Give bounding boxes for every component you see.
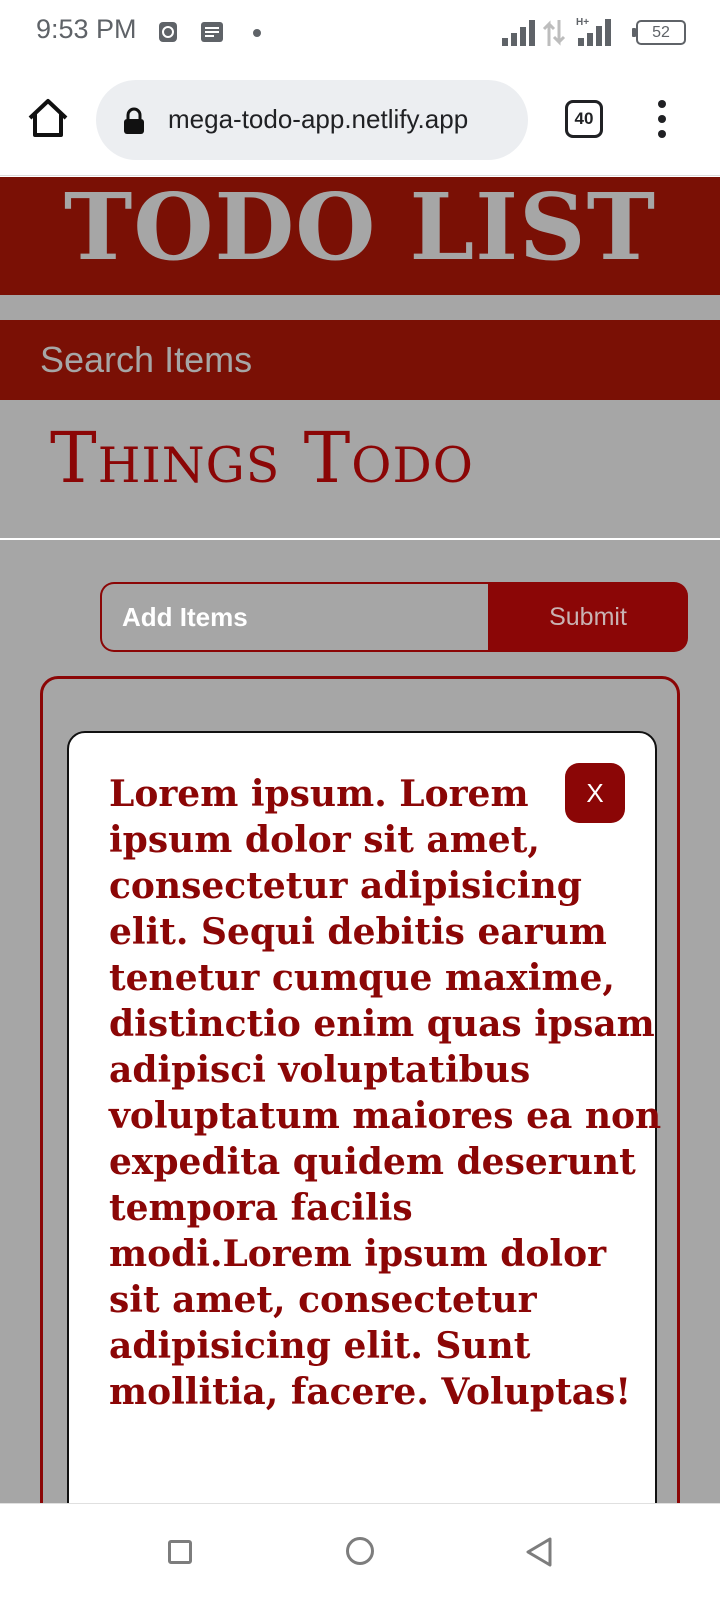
notification-app-icon (159, 22, 177, 42)
add-item-form: Submit (100, 582, 688, 652)
todo-list: Lorem ipsum. Lorem ipsum dolor sit amet,… (40, 676, 680, 1503)
browser-toolbar: mega-todo-app.netlify.app 40 (0, 64, 720, 176)
todo-item: Lorem ipsum. Lorem ipsum dolor sit amet,… (67, 731, 661, 1503)
section-divider (0, 538, 720, 540)
page-title: TODO LIST (63, 177, 657, 281)
status-bar: 9:53 PM H+ 52 (0, 0, 720, 64)
home-nav-icon[interactable] (346, 1537, 374, 1565)
system-nav-bar (0, 1503, 720, 1600)
status-time: 9:53 PM (36, 14, 137, 44)
message-icon (201, 22, 223, 42)
svg-text:H+: H+ (576, 17, 589, 28)
tab-switcher-button[interactable]: 40 (565, 100, 603, 138)
signal-icon (502, 20, 535, 46)
section-title: Things Todo (50, 417, 474, 499)
submit-button[interactable]: Submit (488, 582, 688, 652)
signal-hplus-icon: H+ (576, 17, 611, 46)
more-menu-icon[interactable] (652, 100, 672, 140)
status-dot (253, 29, 261, 37)
home-icon[interactable] (26, 96, 70, 140)
data-transfer-icon (542, 20, 566, 46)
search-input[interactable] (40, 332, 680, 388)
page-content: TODO LIST Things Todo Submit Lorem ipsum… (0, 177, 720, 1503)
url-text: mega-todo-app.netlify.app (168, 104, 469, 134)
lock-icon (124, 107, 144, 134)
todo-item-text: Lorem ipsum. Lorem ipsum dolor sit amet,… (109, 773, 662, 1413)
battery-level: 52 (652, 24, 670, 41)
address-bar[interactable]: mega-todo-app.netlify.app (96, 80, 528, 160)
search-bar (0, 320, 720, 400)
add-item-input[interactable] (100, 582, 492, 652)
recents-icon[interactable] (168, 1540, 192, 1564)
header-banner: TODO LIST (0, 177, 720, 295)
delete-todo-button[interactable]: X (565, 763, 625, 823)
back-icon[interactable] (524, 1536, 554, 1568)
